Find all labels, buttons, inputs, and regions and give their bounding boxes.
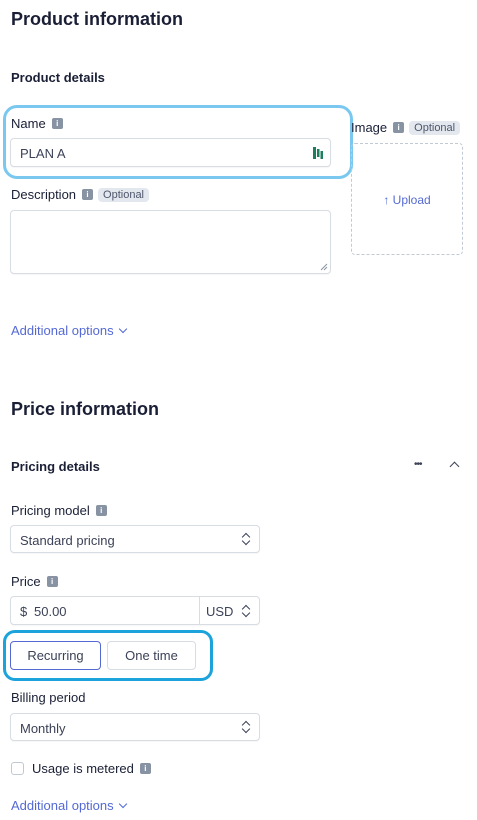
image-label-row: Image i Optional bbox=[351, 120, 461, 136]
image-label: Image bbox=[351, 120, 388, 135]
pricing-model-label: Pricing model bbox=[11, 503, 90, 518]
info-icon[interactable]: i bbox=[46, 576, 58, 588]
price-additional-options-link[interactable]: Additional options bbox=[11, 798, 127, 813]
product-details-heading: Product details bbox=[11, 70, 105, 85]
optional-badge: Optional bbox=[409, 120, 461, 135]
billing-period-value: Monthly bbox=[20, 721, 66, 736]
product-information-title: Product information bbox=[11, 9, 183, 29]
optional-badge: Optional bbox=[98, 187, 150, 202]
arrow-up-icon: ↑ bbox=[383, 193, 390, 207]
upload-label: Upload bbox=[392, 193, 431, 207]
pricing-details-heading: Pricing details bbox=[11, 459, 100, 474]
chevron-up-icon[interactable] bbox=[449, 461, 460, 472]
up-down-chevrons-icon bbox=[242, 533, 250, 545]
billing-period-label: Billing period bbox=[11, 690, 86, 705]
additional-options-label: Additional options bbox=[11, 798, 114, 813]
currency-symbol: $ bbox=[20, 604, 28, 619]
usage-metered-label: Usage is metered bbox=[32, 761, 134, 776]
info-icon[interactable]: i bbox=[139, 763, 151, 775]
up-down-chevrons-icon bbox=[242, 721, 250, 733]
info-icon[interactable]: i bbox=[95, 505, 107, 517]
billing-period-select[interactable]: Monthly bbox=[10, 713, 260, 741]
image-upload-dropzone[interactable]: ↑ Upload bbox=[351, 143, 463, 255]
chevron-down-icon bbox=[118, 799, 127, 809]
info-icon[interactable]: i bbox=[51, 118, 63, 130]
recurring-option[interactable]: Recurring bbox=[10, 641, 101, 670]
name-label-row: Name i bbox=[11, 116, 63, 131]
price-information-title: Price information bbox=[11, 399, 160, 419]
price-label-row: Price i bbox=[11, 574, 58, 589]
pricing-model-select[interactable]: Standard pricing bbox=[10, 525, 260, 553]
info-icon[interactable]: i bbox=[82, 189, 94, 201]
name-value: PLAN A bbox=[20, 146, 66, 161]
description-label: Description bbox=[11, 187, 77, 202]
usage-metered-checkbox[interactable] bbox=[11, 762, 24, 775]
name-field[interactable]: PLAN A bbox=[10, 138, 331, 167]
product-additional-options-link[interactable]: Additional options bbox=[11, 323, 127, 338]
upload-button[interactable]: ↑ Upload bbox=[352, 193, 462, 207]
description-label-row: Description i Optional bbox=[11, 187, 150, 203]
info-icon[interactable]: i bbox=[393, 122, 405, 134]
currency-select[interactable]: USD bbox=[206, 604, 233, 619]
price-label: Price bbox=[11, 574, 41, 589]
resize-handle-icon[interactable] bbox=[320, 263, 328, 271]
price-divider bbox=[199, 597, 200, 624]
price-input[interactable]: 50.00 bbox=[34, 604, 67, 619]
up-down-chevrons-icon bbox=[242, 605, 250, 617]
pricing-model-label-row: Pricing model i bbox=[11, 503, 107, 518]
additional-options-label: Additional options bbox=[11, 323, 114, 338]
pricing-model-value: Standard pricing bbox=[20, 533, 115, 548]
description-textarea[interactable] bbox=[10, 210, 331, 274]
password-manager-icon[interactable] bbox=[312, 146, 324, 160]
price-field-group: $ 50.00 USD bbox=[10, 596, 260, 625]
chevron-down-icon bbox=[118, 324, 127, 334]
usage-metered-label-row: Usage is metered i bbox=[32, 761, 151, 776]
name-label: Name bbox=[11, 116, 46, 131]
ellipsis-icon[interactable]: ••• bbox=[414, 459, 422, 470]
one-time-option[interactable]: One time bbox=[107, 641, 196, 670]
